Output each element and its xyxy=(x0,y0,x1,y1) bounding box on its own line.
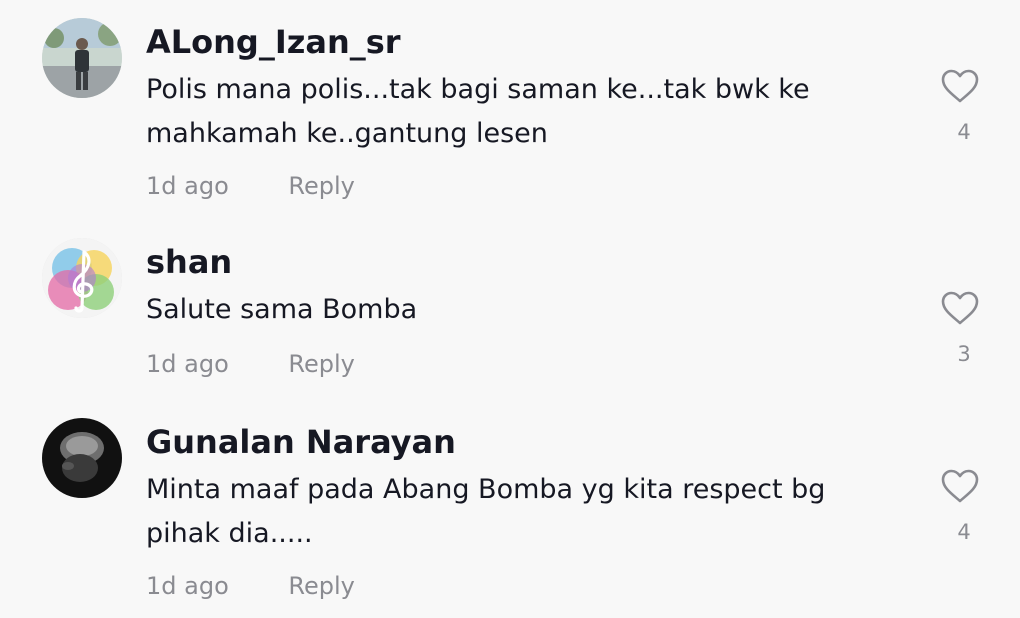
username[interactable]: ALong_Izan_sr xyxy=(146,20,401,64)
avatar[interactable] xyxy=(42,238,122,318)
timestamp: 1d ago xyxy=(146,350,229,378)
like-button[interactable] xyxy=(940,468,980,504)
like-count: 4 xyxy=(957,120,971,144)
reply-button[interactable]: Reply xyxy=(288,344,354,384)
comment-text: Minta maaf pada Abang Bomba yg kita resp… xyxy=(146,474,826,549)
avatar-portrait-icon xyxy=(42,418,122,498)
like-button[interactable] xyxy=(940,68,980,104)
like-button[interactable] xyxy=(940,290,980,326)
like-count: 3 xyxy=(957,342,971,366)
timestamp: 1d ago xyxy=(146,172,229,200)
heart-outline-icon xyxy=(941,469,979,503)
avatar[interactable] xyxy=(42,418,122,498)
timestamp: 1d ago xyxy=(146,572,229,600)
avatar-photo-icon xyxy=(42,18,122,98)
username[interactable]: Gunalan Narayan xyxy=(146,420,456,464)
reply-button[interactable]: Reply xyxy=(288,166,354,206)
avatar-treble-clef-icon xyxy=(42,238,122,318)
comment-text: Salute sama Bomba xyxy=(146,294,418,325)
heart-outline-icon xyxy=(941,291,979,325)
username[interactable]: shan xyxy=(146,240,232,284)
comment-meta: 1d ago Reply xyxy=(146,344,355,384)
comment-meta: 1d ago Reply xyxy=(146,166,355,206)
comment-text: Polis mana polis...tak bagi saman ke...t… xyxy=(146,74,810,149)
reply-button[interactable]: Reply xyxy=(288,566,354,606)
heart-outline-icon xyxy=(941,69,979,103)
avatar[interactable] xyxy=(42,18,122,98)
like-count: 4 xyxy=(957,520,971,544)
comment-meta: 1d ago Reply xyxy=(146,566,355,606)
